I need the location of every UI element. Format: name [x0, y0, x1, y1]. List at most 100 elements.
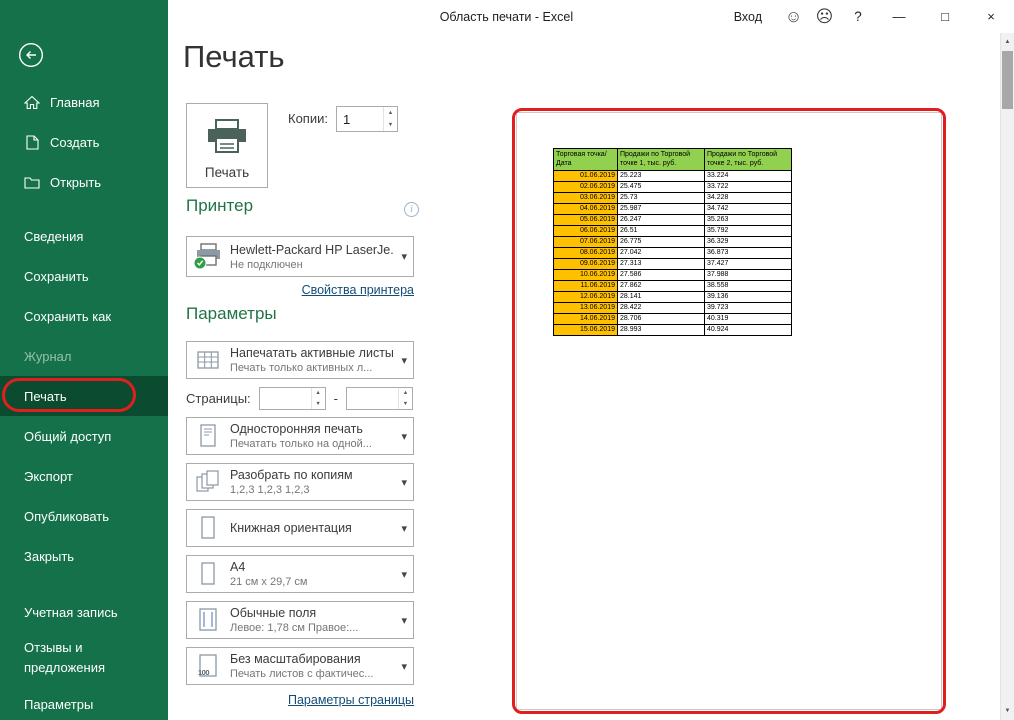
sidebar-item-open[interactable]: Открыть — [0, 162, 168, 202]
copies-value: 1 — [337, 107, 383, 131]
printer-properties-link[interactable]: Свойства принтера — [186, 283, 414, 297]
pages-to-decrement-button[interactable]: ▼ — [399, 399, 412, 410]
page-setup-link[interactable]: Параметры страницы — [186, 693, 414, 707]
chevron-down-icon: ▾ — [401, 660, 407, 673]
backstage-sidebar: Главная Создать Открыть Сведения Сохрани… — [0, 0, 168, 720]
printer-dropdown[interactable]: Hewlett-Packard HP LaserJe... Не подключ… — [186, 236, 414, 277]
value-cell: 25.475 — [618, 181, 705, 192]
orientation-dropdown[interactable]: Книжная ориентация ▾ — [186, 509, 414, 547]
sidebar-item-save[interactable]: Сохранить — [0, 256, 168, 296]
scrollbar-thumb[interactable] — [1002, 51, 1013, 109]
date-cell: 13.06.2019 — [554, 302, 618, 313]
table-row: 01.06.201925.22333.224 — [554, 170, 792, 181]
date-cell: 03.06.2019 — [554, 192, 618, 203]
pages-from-value — [260, 388, 311, 409]
collation-dropdown[interactable]: Разобрать по копиям 1,2,3 1,2,3 1,2,3 ▾ — [186, 463, 414, 501]
sidebar-item-feedback[interactable]: Отзывы и предложения — [0, 632, 168, 684]
scroll-up-icon[interactable]: ▲ — [1001, 34, 1014, 50]
table-header-cell: Продажи по Торговой точке 2, тыс. руб. — [705, 149, 792, 171]
sidebar-item-print[interactable]: Печать — [0, 376, 168, 416]
date-cell: 07.06.2019 — [554, 236, 618, 247]
sidebar-item-export[interactable]: Экспорт — [0, 456, 168, 496]
open-folder-icon — [24, 174, 40, 190]
date-cell: 12.06.2019 — [554, 291, 618, 302]
sign-in-button[interactable]: Вход — [734, 10, 762, 24]
maximize-button[interactable]: □ — [922, 0, 968, 33]
pages-from-increment-button[interactable]: ▲ — [312, 388, 325, 399]
sidebar-item-info[interactable]: Сведения — [0, 216, 168, 256]
value-cell: 27.313 — [618, 258, 705, 269]
sidebar-item-share[interactable]: Общий доступ — [0, 416, 168, 456]
value-cell: 39.723 — [705, 302, 792, 313]
table-row: 07.06.201926.77536.329 — [554, 236, 792, 247]
settings-section-heading: Параметры — [186, 304, 277, 324]
one-sided-page-icon — [193, 422, 223, 450]
preview-table-body: 01.06.201925.22333.22402.06.201925.47533… — [554, 170, 792, 335]
pages-to-value — [347, 388, 398, 409]
value-cell: 39.136 — [705, 291, 792, 302]
scale-100-label: 100 — [198, 668, 209, 677]
value-cell: 33.722 — [705, 181, 792, 192]
pages-from-decrement-button[interactable]: ▼ — [312, 399, 325, 410]
home-icon — [24, 94, 40, 110]
sidebar-bottom-group: Учетная запись Отзывы и предложения Пара… — [0, 592, 168, 720]
pages-range-separator: - — [334, 391, 338, 406]
chevron-down-icon: ▾ — [401, 430, 407, 443]
sidebar-item-account[interactable]: Учетная запись — [0, 592, 168, 632]
sidebar-item-history[interactable]: Журнал — [0, 336, 168, 376]
copies-stepper[interactable]: 1 ▲ ▼ — [336, 106, 398, 132]
titlebar-controls: Вход ☺ ☹ ? — □ × — [734, 0, 1014, 33]
info-icon[interactable]: i — [404, 202, 419, 217]
table-header-cell: Продажи по Торговой точке 1, тыс. руб. — [618, 149, 705, 171]
sidebar-item-close[interactable]: Закрыть — [0, 536, 168, 576]
scroll-down-icon[interactable]: ▼ — [1001, 703, 1014, 719]
pages-from-stepper[interactable]: ▲ ▼ — [259, 387, 326, 410]
date-cell: 14.06.2019 — [554, 313, 618, 324]
scaling-dropdown[interactable]: 100 Без масштабирования Печать листов с … — [186, 647, 414, 685]
value-cell: 37.427 — [705, 258, 792, 269]
pages-to-increment-button[interactable]: ▲ — [399, 388, 412, 399]
chevron-down-icon: ▾ — [401, 522, 407, 535]
print-button-label: Печать — [205, 165, 249, 180]
margins-dropdown[interactable]: Обычные поля Левое: 1,78 см Правое:... ▾ — [186, 601, 414, 639]
minimize-button[interactable]: — — [876, 0, 922, 33]
copies-increment-button[interactable]: ▲ — [384, 107, 397, 119]
feedback-smile-icon[interactable]: ☺ — [778, 7, 809, 27]
table-row: 09.06.201927.31337.427 — [554, 258, 792, 269]
table-row: 02.06.201925.47533.722 — [554, 181, 792, 192]
value-cell: 40.924 — [705, 324, 792, 335]
print-what-dropdown[interactable]: Напечатать активные листы Печать только … — [186, 341, 414, 379]
value-cell: 38.558 — [705, 280, 792, 291]
print-selection-annotation — [2, 378, 136, 412]
sidebar-item-options[interactable]: Параметры — [0, 684, 168, 720]
back-button[interactable] — [18, 42, 44, 68]
page-title: Печать — [183, 39, 285, 75]
date-cell: 06.06.2019 — [554, 225, 618, 236]
vertical-scrollbar[interactable]: ▲ ▼ — [1000, 33, 1014, 720]
feedback-frown-icon[interactable]: ☹ — [809, 7, 840, 27]
help-button[interactable]: ? — [840, 9, 876, 24]
paper-size-dropdown[interactable]: A4 21 см x 29,7 см ▾ — [186, 555, 414, 593]
date-cell: 04.06.2019 — [554, 203, 618, 214]
table-header-cell: Торговая точка/ Дата — [554, 149, 618, 171]
sidebar-item-new[interactable]: Создать — [0, 122, 168, 162]
sidebar-top-group: Главная Создать Открыть — [0, 82, 168, 202]
printer-icon — [204, 118, 250, 156]
pages-to-stepper[interactable]: ▲ ▼ — [346, 387, 413, 410]
print-button[interactable]: Печать — [186, 103, 268, 188]
date-cell: 09.06.2019 — [554, 258, 618, 269]
copies-decrement-button[interactable]: ▼ — [384, 119, 397, 131]
date-cell: 11.06.2019 — [554, 280, 618, 291]
duplex-dropdown[interactable]: Односторонняя печать Печатать только на … — [186, 417, 414, 455]
chevron-down-icon: ▾ — [401, 250, 407, 263]
printer-name: Hewlett-Packard HP LaserJe... — [230, 243, 394, 257]
value-cell: 35.263 — [705, 214, 792, 225]
table-row: 10.06.201927.58637.988 — [554, 269, 792, 280]
close-button[interactable]: × — [968, 0, 1014, 33]
sidebar-item-save-as[interactable]: Сохранить как — [0, 296, 168, 336]
pages-label: Страницы: — [186, 391, 251, 406]
sidebar-item-home[interactable]: Главная — [0, 82, 168, 122]
sidebar-item-label: Открыть — [50, 175, 101, 190]
date-cell: 02.06.2019 — [554, 181, 618, 192]
sidebar-item-publish[interactable]: Опубликовать — [0, 496, 168, 536]
